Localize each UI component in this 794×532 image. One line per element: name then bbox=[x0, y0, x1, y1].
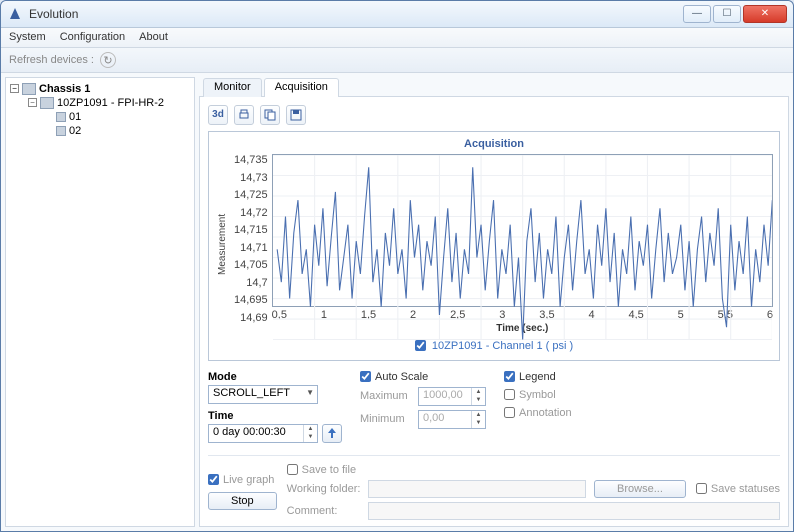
tab-body: 3d Acquisition Measurement 14,7 bbox=[199, 97, 789, 527]
window-title: Evolution bbox=[29, 7, 681, 21]
tree-channel-01[interactable]: 01 bbox=[8, 110, 192, 124]
tab-monitor[interactable]: Monitor bbox=[203, 78, 262, 97]
time-label: Time bbox=[208, 410, 342, 422]
chassis-icon bbox=[22, 83, 36, 95]
tab-bar: Monitor Acquisition bbox=[199, 77, 789, 97]
time-apply-button[interactable] bbox=[322, 424, 342, 443]
save-statuses-checkbox bbox=[696, 483, 707, 494]
chart-plot-area[interactable] bbox=[272, 154, 773, 307]
tree-channel-02[interactable]: 02 bbox=[8, 124, 192, 138]
annotation-checkbox[interactable] bbox=[504, 407, 515, 418]
minimize-button[interactable]: — bbox=[683, 5, 711, 23]
stop-button[interactable]: Stop bbox=[208, 492, 277, 510]
min-spinner: 0,00 ▲▼ bbox=[418, 410, 486, 429]
mode-label: Mode bbox=[208, 371, 342, 383]
save-icon[interactable] bbox=[286, 105, 306, 125]
autoscale-label: Auto Scale bbox=[375, 371, 428, 383]
comment-label: Comment: bbox=[287, 505, 361, 517]
copy-icon[interactable] bbox=[260, 105, 280, 125]
max-spinner: 1000,00 ▲▼ bbox=[418, 387, 486, 406]
close-button[interactable]: ✕ bbox=[743, 5, 787, 23]
live-graph-checkbox bbox=[208, 474, 219, 485]
maximize-button[interactable]: ☐ bbox=[713, 5, 741, 23]
tree-device-label: 10ZP1091 - FPI-HR-2 bbox=[57, 97, 164, 109]
channel-icon bbox=[56, 126, 66, 136]
time-spinner[interactable]: 0 day 00:00:30 ▲▼ bbox=[208, 424, 318, 443]
working-folder-input bbox=[368, 480, 586, 498]
spin-up-icon: ▲ bbox=[472, 411, 485, 420]
mode-block: Mode SCROLL_LEFT Time 0 day 00:00:30 ▲▼ bbox=[208, 371, 342, 443]
refresh-label: Refresh devices : bbox=[9, 54, 94, 66]
device-icon bbox=[40, 97, 54, 109]
min-label: Minimum bbox=[360, 413, 414, 425]
legend-checkbox[interactable] bbox=[504, 371, 515, 382]
legend-series-label: 10ZP1091 - Channel 1 ( psi ) bbox=[432, 340, 573, 352]
titlebar: Evolution — ☐ ✕ bbox=[1, 1, 793, 28]
refresh-icon[interactable]: ↻ bbox=[100, 52, 116, 68]
scale-block: Auto Scale Maximum 1000,00 ▲▼ Minimum bbox=[360, 371, 486, 443]
app-icon bbox=[7, 6, 23, 22]
legend-options-block: Legend Symbol Annotation bbox=[504, 371, 572, 443]
chart-ylabel: Measurement bbox=[215, 154, 230, 334]
comment-input bbox=[368, 502, 780, 520]
spin-down-icon[interactable]: ▼ bbox=[304, 433, 317, 442]
device-tree: − Chassis 1 − 10ZP1091 - FPI-HR-2 01 02 bbox=[5, 77, 195, 527]
legend-option-label: Legend bbox=[519, 371, 556, 383]
save-to-file-checkbox[interactable] bbox=[287, 464, 298, 475]
tree-device[interactable]: − 10ZP1091 - FPI-HR-2 bbox=[8, 96, 192, 110]
spin-down-icon: ▼ bbox=[472, 419, 485, 428]
mode-select[interactable]: SCROLL_LEFT bbox=[208, 385, 318, 404]
right-panel: Monitor Acquisition 3d Ac bbox=[199, 77, 789, 527]
three-d-icon[interactable]: 3d bbox=[208, 105, 228, 125]
tree-toggle-icon[interactable]: − bbox=[10, 84, 19, 93]
browse-button: Browse... bbox=[594, 480, 686, 498]
annotation-label: Annotation bbox=[519, 407, 572, 419]
tree-toggle-icon[interactable]: − bbox=[28, 98, 37, 107]
working-folder-label: Working folder: bbox=[287, 483, 361, 495]
time-value: 0 day 00:00:30 bbox=[213, 426, 286, 438]
autoscale-checkbox[interactable] bbox=[360, 371, 371, 382]
menubar: System Configuration About bbox=[1, 28, 793, 49]
max-label: Maximum bbox=[360, 390, 414, 402]
chart-title: Acquisition bbox=[215, 136, 773, 154]
print-icon[interactable] bbox=[234, 105, 254, 125]
menu-configuration[interactable]: Configuration bbox=[60, 31, 125, 43]
symbol-checkbox[interactable] bbox=[504, 389, 515, 400]
tab-acquisition[interactable]: Acquisition bbox=[264, 78, 339, 97]
app-window: Evolution — ☐ ✕ System Configuration Abo… bbox=[0, 0, 794, 532]
bottom-row: Live graph Stop Save to file Working fol… bbox=[208, 455, 780, 520]
legend-series-checkbox[interactable] bbox=[415, 340, 426, 351]
content-area: − Chassis 1 − 10ZP1091 - FPI-HR-2 01 02 … bbox=[1, 73, 793, 531]
spin-down-icon: ▼ bbox=[472, 396, 485, 405]
live-graph-label: Live graph bbox=[223, 474, 274, 486]
tree-root-chassis[interactable]: − Chassis 1 bbox=[8, 82, 192, 96]
menu-system[interactable]: System bbox=[9, 31, 46, 43]
symbol-label: Symbol bbox=[519, 389, 556, 401]
min-value: 0,00 bbox=[423, 412, 444, 424]
chart-yaxis: 14,73514,7314,72514,7214,71514,7114,7051… bbox=[230, 154, 272, 324]
toolbar: Refresh devices : ↻ bbox=[1, 48, 793, 73]
controls-row: Mode SCROLL_LEFT Time 0 day 00:00:30 ▲▼ bbox=[208, 361, 780, 443]
spin-up-icon: ▲ bbox=[472, 388, 485, 397]
channel-icon bbox=[56, 112, 66, 122]
tree-ch2-label: 02 bbox=[69, 125, 81, 137]
spin-up-icon[interactable]: ▲ bbox=[304, 425, 317, 434]
menu-about[interactable]: About bbox=[139, 31, 168, 43]
save-statuses-label: Save statuses bbox=[711, 483, 780, 495]
chart-container: Acquisition Measurement 14,73514,7314,72… bbox=[208, 131, 780, 361]
save-to-file-label: Save to file bbox=[302, 464, 356, 476]
tree-ch1-label: 01 bbox=[69, 111, 81, 123]
max-value: 1000,00 bbox=[423, 389, 463, 401]
tree-root-label: Chassis 1 bbox=[39, 83, 90, 95]
